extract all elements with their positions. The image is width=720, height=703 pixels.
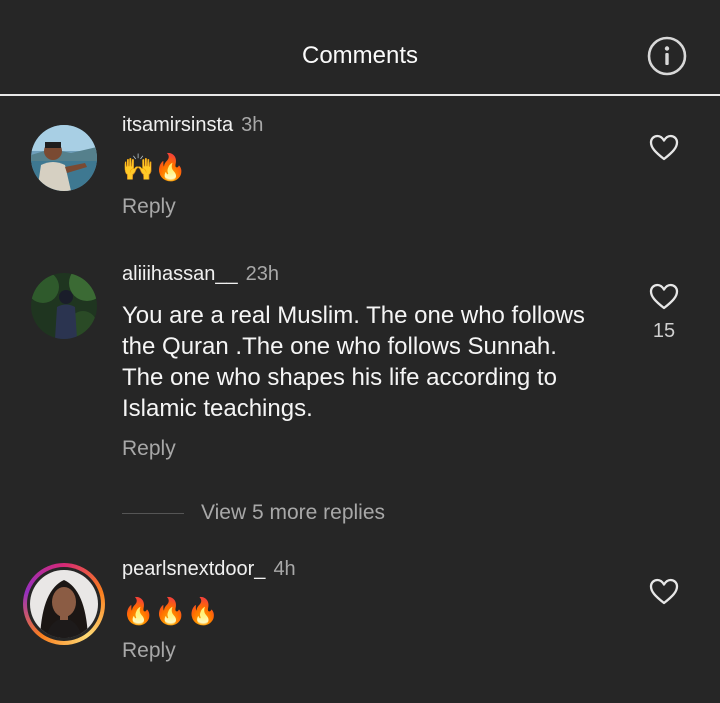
comment-header: aliiihassan__ 23h — [122, 263, 279, 286]
avatar[interactable] — [31, 273, 97, 339]
comment-header: pearlsnextdoor_ 4h — [122, 558, 296, 581]
avatar[interactable] — [30, 570, 98, 638]
timestamp: 4h — [273, 558, 296, 580]
comment-text: 🙌🔥 — [122, 152, 187, 182]
reply-button[interactable]: Reply — [122, 639, 176, 663]
like-count: 15 — [652, 320, 676, 342]
timestamp: 3h — [241, 114, 264, 136]
avatar[interactable] — [31, 125, 97, 191]
comment-text: You are a real Muslim. The one who follo… — [122, 302, 585, 422]
view-more-label: View 5 more replies — [201, 501, 386, 524]
comment-text: 🔥🔥🔥 — [122, 596, 220, 626]
page-title: Comments — [301, 42, 419, 69]
comments-header: Comments — [0, 0, 720, 96]
username[interactable]: aliiihassan__ — [122, 263, 238, 285]
heart-icon[interactable] — [648, 281, 680, 311]
heart-icon[interactable] — [648, 132, 680, 162]
avatar-photo — [31, 125, 97, 191]
username[interactable]: itsamirsinsta — [122, 114, 233, 136]
avatar-photo — [31, 273, 97, 339]
view-more-replies[interactable]: View 5 more replies — [122, 501, 385, 525]
avatar-photo — [30, 570, 98, 638]
divider — [122, 512, 184, 514]
reply-button[interactable]: Reply — [122, 437, 176, 461]
info-icon[interactable] — [647, 36, 687, 76]
reply-button[interactable]: Reply — [122, 195, 176, 219]
comment-header: itsamirsinsta 3h — [122, 114, 263, 137]
timestamp: 23h — [245, 263, 280, 285]
username[interactable]: pearlsnextdoor_ — [122, 558, 265, 580]
heart-icon[interactable] — [648, 576, 680, 606]
